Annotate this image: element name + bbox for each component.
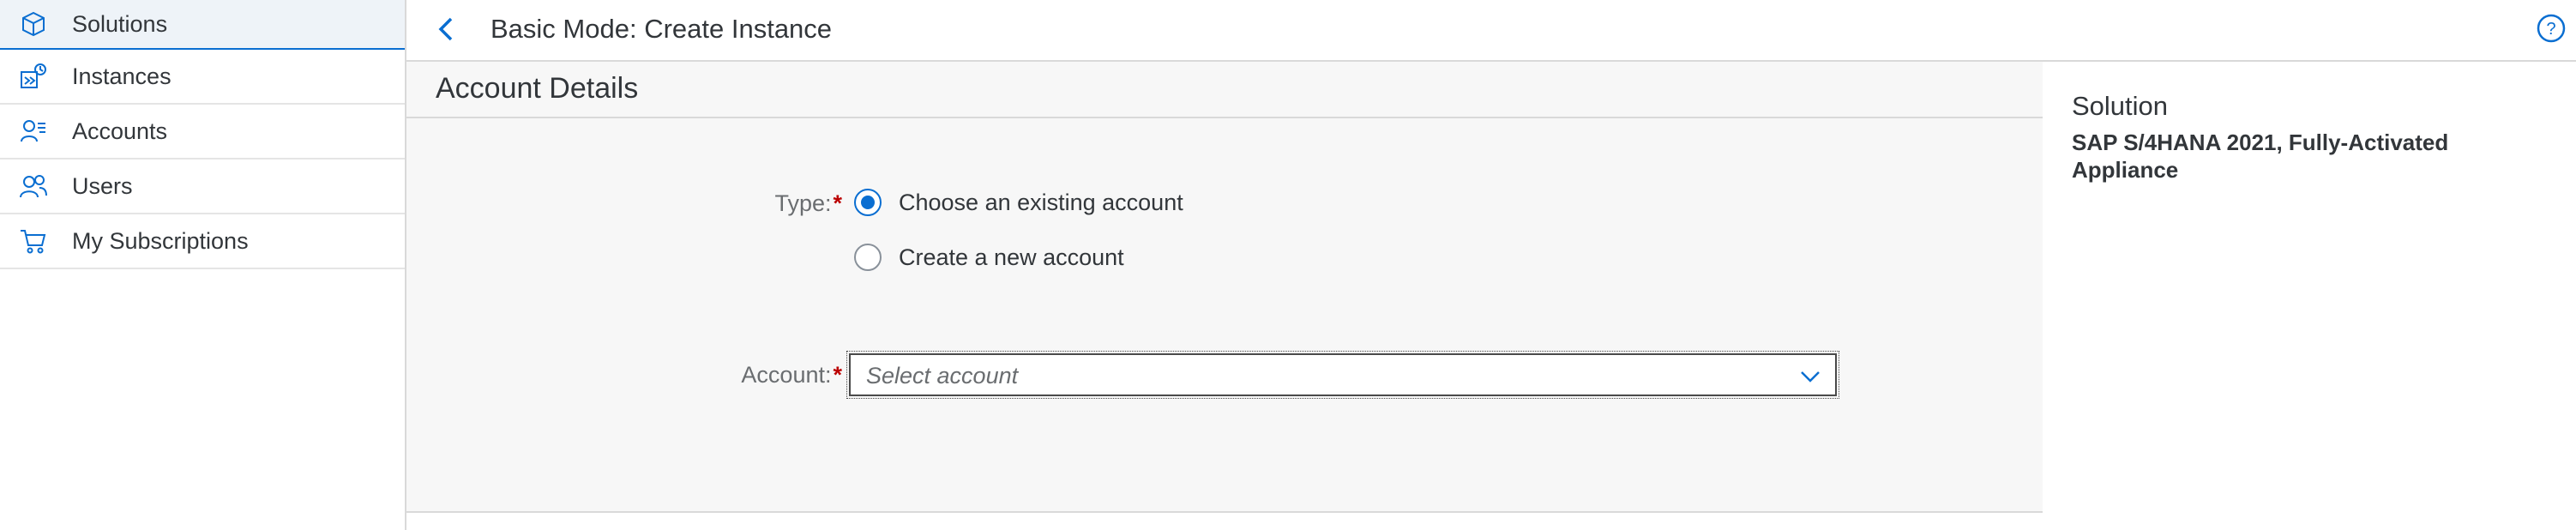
sidebar-item-label: Accounts [72,117,168,144]
sidebar: Solutions Instances Accounts Users My Su… [0,0,406,530]
required-marker: * [833,362,842,388]
account-select[interactable]: Select account [846,351,1839,399]
sidebar-item-label: Instances [72,63,172,89]
page-title: Basic Mode: Create Instance [491,14,833,44]
section-title: Account Details [436,72,639,105]
account-select-placeholder: Select account [866,363,1019,388]
page-header: Basic Mode: Create Instance ? [406,0,2576,62]
type-label: Type:* [761,190,842,217]
radio-label: Create a new account [899,244,1124,270]
radio-button-checked[interactable] [854,189,882,216]
radio-new-account[interactable]: Create a new account [854,244,1124,271]
account-label-text: Account: [741,362,832,388]
help-icon: ? [2537,14,2566,43]
type-label-text: Type: [774,190,832,216]
account-label: Account:* [732,362,842,388]
sidebar-item-label: Solutions [72,10,168,37]
sidebar-item-label: Users [72,172,133,199]
sidebar-item-users[interactable]: Users [0,160,405,214]
accounts-icon [19,117,48,146]
radio-existing-account[interactable]: Choose an existing account [854,189,1183,216]
sidebar-item-accounts[interactable]: Accounts [0,105,405,160]
help-button[interactable]: ? [2535,12,2567,45]
back-button[interactable] [432,14,463,45]
radio-button[interactable] [854,244,882,271]
sidebar-item-solutions[interactable]: Solutions [0,0,405,50]
account-details-form: Account Details Type:* Choose an existin… [406,62,2043,513]
instances-icon [19,62,48,91]
back-chevron-icon [438,17,453,41]
sidebar-item-label: My Subscriptions [72,227,249,254]
radio-label: Choose an existing account [899,189,1183,215]
solution-value: SAP S/4HANA 2021, Fully-Activated Applia… [2072,129,2449,183]
radio-dot [861,196,875,209]
solution-label: Solution [2072,91,2169,121]
divider [406,117,2043,118]
users-icon [19,172,48,201]
divider [406,511,2043,513]
required-marker: * [833,190,842,216]
cart-icon [19,226,48,256]
solutions-cube-icon [19,9,48,39]
svg-text:?: ? [2546,20,2555,39]
solution-panel: Solution SAP S/4HANA 2021, Fully-Activat… [2043,62,2576,530]
chevron-down-icon[interactable] [1799,365,1821,388]
sidebar-item-my-subscriptions[interactable]: My Subscriptions [0,214,405,269]
sidebar-item-instances[interactable]: Instances [0,50,405,105]
